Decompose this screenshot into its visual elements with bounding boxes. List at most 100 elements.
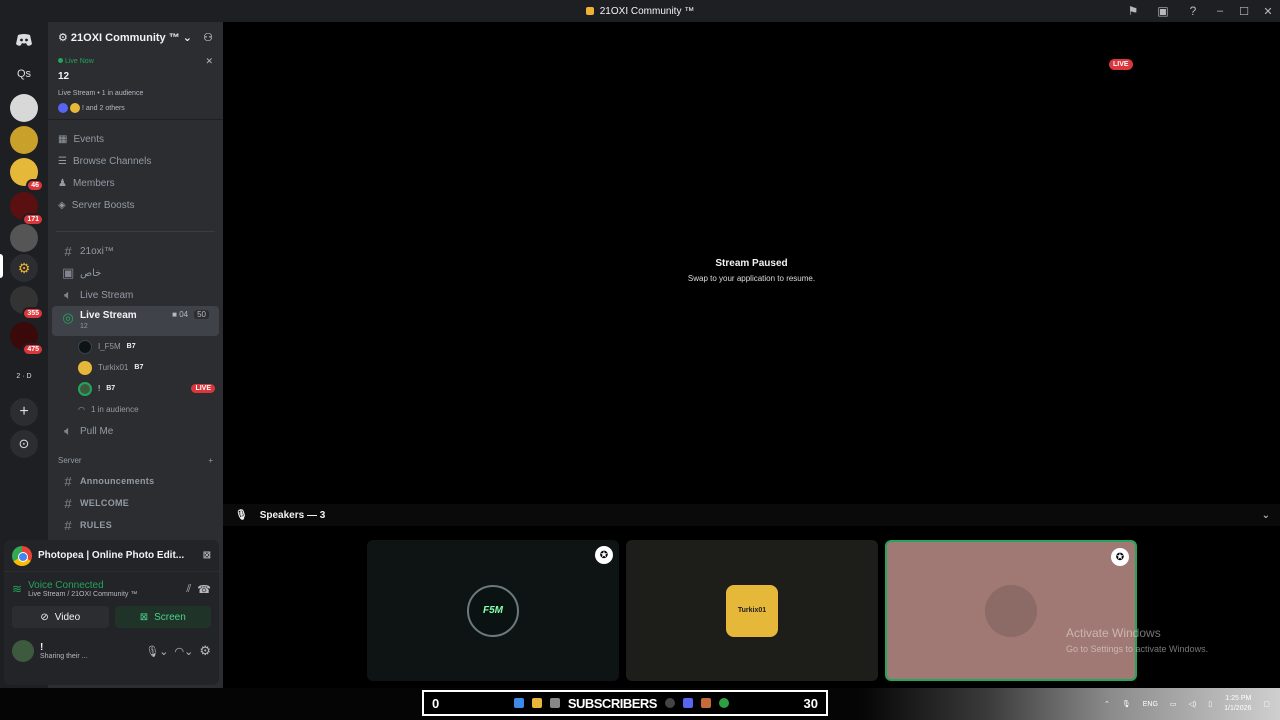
- activation-watermark: Activate Windows Go to Settings to activ…: [1066, 626, 1209, 654]
- server-active[interactable]: ⚙: [10, 254, 38, 282]
- channel-welcome[interactable]: # WELCOME: [52, 492, 219, 514]
- screen-button[interactable]: ⊠ Screen: [114, 606, 211, 628]
- server-avatar[interactable]: [10, 224, 38, 252]
- channel-pull-me[interactable]: 🔈︎ Pull Me: [52, 420, 219, 442]
- video-off-icon: ⊘: [40, 611, 49, 623]
- close-icon[interactable]: ✕: [205, 56, 213, 67]
- speakers-bar[interactable]: 🎙︎ Speakers — 3 ⌄: [223, 504, 1280, 526]
- menu-server-boosts[interactable]: ◈ Server Boosts: [48, 194, 223, 216]
- add-server-icon[interactable]: +: [10, 398, 38, 426]
- network-icon[interactable]: ▭: [1170, 700, 1177, 708]
- menu-browse-channels[interactable]: ☰ Browse Channels: [48, 150, 223, 172]
- speaker-tile[interactable]: Turkix01: [626, 540, 878, 681]
- battery-icon[interactable]: ▯: [1208, 700, 1212, 708]
- avatar: [985, 584, 1037, 637]
- flag-icon[interactable]: ⚑: [1118, 4, 1148, 18]
- close-button[interactable]: ✕: [1256, 5, 1280, 18]
- menu-members[interactable]: ♟ Members: [48, 172, 223, 194]
- video-button[interactable]: ⊘ Video: [12, 606, 109, 628]
- guild-name: ⚙ 21OXI Community ™ ⌄: [58, 31, 192, 44]
- hash-icon: #: [64, 517, 72, 533]
- mic-icon[interactable]: 🎙︎: [1122, 700, 1131, 708]
- avatar[interactable]: [12, 640, 34, 662]
- server-avatar[interactable]: 171: [10, 192, 44, 226]
- selected-pill: [0, 254, 3, 278]
- stop-sharing-icon[interactable]: ⊠: [203, 550, 211, 561]
- app-icon[interactable]: [549, 698, 560, 708]
- explorer-icon[interactable]: [531, 698, 542, 708]
- taskbar: 0 SUBSCRIBERS 30 ⌃ 🎙︎ ENG ▭ ◁) ▯ 1:25 PM…: [0, 688, 1280, 720]
- maximize-button[interactable]: ☐: [1232, 5, 1256, 18]
- chevron-down-icon[interactable]: ⌄: [1262, 510, 1270, 521]
- headphones-icon: ◠: [78, 405, 85, 414]
- speaker-tile[interactable]: F5M ✪: [367, 540, 619, 681]
- settings-gear-icon[interactable]: ⚙: [199, 643, 211, 659]
- audience-count: ◠ 1 in audience: [78, 405, 139, 414]
- noise-suppression-icon[interactable]: ⫽: [186, 583, 191, 596]
- activity-row[interactable]: Photopea | Online Photo Edit... ⊠: [4, 540, 219, 572]
- signal-icon: ≋: [12, 582, 23, 596]
- live-badge: LIVE: [191, 384, 215, 393]
- mic-icon[interactable]: 🎙︎⌄: [145, 645, 168, 658]
- live-badge: LIVE: [1109, 59, 1133, 70]
- minimize-button[interactable]: –: [1208, 5, 1232, 17]
- app-icon[interactable]: [700, 698, 711, 708]
- guild-header[interactable]: ⚙ 21OXI Community ™ ⌄ ⚇: [48, 22, 223, 52]
- start-icon[interactable]: [513, 698, 524, 708]
- chrome-icon: [12, 545, 32, 566]
- inbox-icon[interactable]: ▣: [1148, 4, 1178, 18]
- hash-icon: #: [64, 495, 72, 511]
- live-now-card[interactable]: Live Now ✕ 12 Live Stream • 1 in audienc…: [48, 52, 223, 120]
- server-avatar[interactable]: [10, 126, 38, 154]
- notification-icon[interactable]: ▢: [1263, 700, 1270, 708]
- speaker-tile-active[interactable]: ✪: [885, 540, 1137, 681]
- mic-icon: 🎙︎: [235, 509, 248, 521]
- voice-user[interactable]: Turkix01 B7: [48, 357, 223, 378]
- invite-icon[interactable]: ⚇: [203, 31, 213, 44]
- boost-icon: ◈: [58, 199, 66, 211]
- avatar: [78, 381, 92, 396]
- discord-home-icon[interactable]: [10, 26, 38, 54]
- voice-connected: ≋ Voice Connected Live Stream / 21OXI Co…: [12, 580, 211, 598]
- discover-icon[interactable]: ⊙: [10, 430, 38, 458]
- voice-user[interactable]: ! B7 LIVE: [48, 378, 223, 399]
- live-others: ! and 2 others: [58, 103, 213, 113]
- category-server[interactable]: Server +: [48, 450, 223, 470]
- headphones-icon[interactable]: ◠⌄: [175, 645, 194, 658]
- speaker-icon: 🔈︎: [64, 287, 72, 302]
- add-channel-icon[interactable]: +: [208, 456, 213, 465]
- app-icon[interactable]: [664, 698, 675, 708]
- discord-icon[interactable]: [682, 698, 693, 708]
- disconnect-icon[interactable]: ☎: [197, 583, 211, 596]
- server-folder[interactable]: 2 · D: [10, 362, 38, 390]
- server-avatar[interactable]: 46: [10, 158, 44, 192]
- stage-moderator-icon: ✪: [1111, 548, 1129, 566]
- menu-events[interactable]: ▦ Events: [48, 128, 223, 150]
- voice-user[interactable]: I_F5M B7: [48, 336, 223, 357]
- channel-21oxi[interactable]: #21oxi™: [52, 240, 219, 262]
- stream-view: LIVE Stream Paused Swap to your applicat…: [223, 22, 1280, 688]
- hash-icon: #: [64, 473, 72, 489]
- server-avatar[interactable]: [10, 94, 38, 122]
- list-icon: ☰: [58, 155, 67, 167]
- server-avatar[interactable]: 475: [10, 322, 44, 356]
- channel-live-stream[interactable]: 🔈︎ Live Stream: [52, 284, 219, 306]
- volume-icon[interactable]: ◁): [1189, 700, 1197, 708]
- stage-icon: ◎: [62, 310, 74, 325]
- channel-announcements[interactable]: # Announcements: [52, 470, 219, 492]
- chevron-up-icon[interactable]: ⌃: [1104, 700, 1110, 708]
- clock[interactable]: 1:25 PM 1/1/2026: [1224, 694, 1251, 714]
- xbox-icon[interactable]: [718, 698, 729, 708]
- stage-moderator-icon: ✪: [595, 546, 613, 564]
- server-qs[interactable]: Qs: [10, 60, 38, 88]
- channel-private[interactable]: ▣ خاص: [52, 262, 219, 284]
- channel-rules[interactable]: # RULES: [52, 514, 219, 536]
- user-panel: Photopea | Online Photo Edit... ⊠ ≋ Voic…: [4, 540, 219, 685]
- camera-icon: ■ 04: [172, 310, 189, 319]
- server-avatar[interactable]: 355: [10, 286, 44, 320]
- language[interactable]: ENG: [1143, 701, 1158, 708]
- channel-live-stream-active[interactable]: ◎ Live Stream 12 ■ 04 50: [52, 306, 219, 336]
- stream-paused: Stream Paused Swap to your application t…: [687, 258, 816, 283]
- avatar: [78, 339, 92, 354]
- help-icon[interactable]: ?: [1178, 4, 1208, 18]
